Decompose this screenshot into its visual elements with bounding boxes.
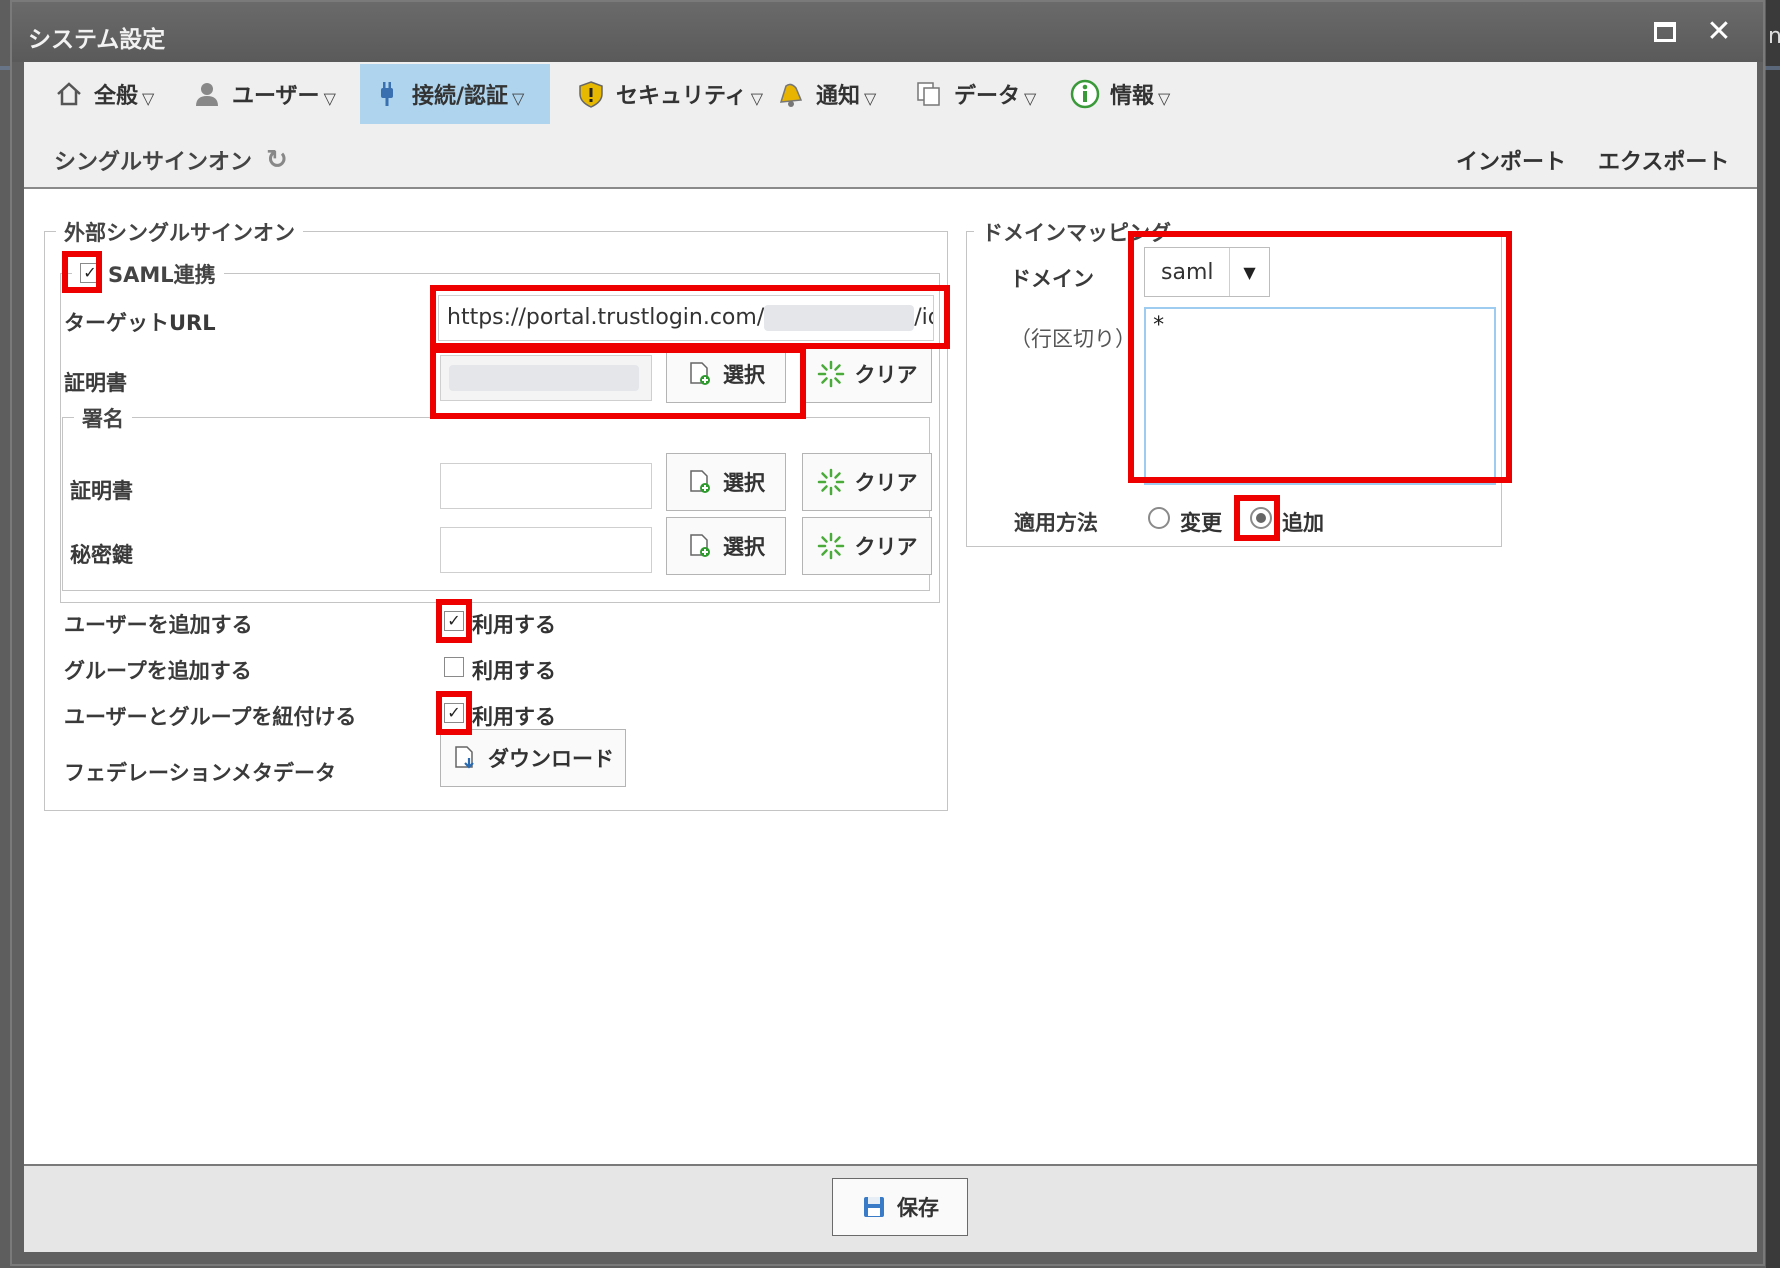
menu-bar: 全般 ▽ ユーザー ▽ 接続/認証 ▽ セキュリティ ▽ 通知 ▽ データ ▽ … — [24, 62, 1757, 124]
saml-legend: ✓ SAML連携 — [72, 259, 224, 289]
link-user-group-use-label: 利用する — [472, 705, 556, 729]
menu-data[interactable]: データ ▽ — [902, 64, 1048, 124]
signature-certificate-select-button[interactable]: 選択 — [666, 453, 786, 511]
domain-mapping-textarea[interactable]: * — [1144, 307, 1496, 485]
footer-bar: 保存 — [24, 1164, 1757, 1252]
file-add-icon — [687, 361, 713, 387]
background-window-edge: n — [1766, 0, 1780, 1268]
signature-certificate-clear-button[interactable]: クリア — [802, 453, 932, 511]
domain-select[interactable]: saml ▼ — [1144, 247, 1270, 297]
apply-add-label: 追加 — [1282, 511, 1324, 535]
domain-mapping-legend: ドメインマッピング — [974, 217, 1179, 247]
file-add-icon — [687, 469, 713, 495]
add-user-use-label: 利用する — [472, 613, 556, 637]
home-icon — [54, 79, 84, 109]
chevron-down-icon: ▼ — [1229, 248, 1269, 296]
spinner-icon — [817, 360, 845, 388]
menu-security[interactable]: セキュリティ ▽ — [564, 64, 775, 124]
menu-notification[interactable]: 通知 ▽ — [764, 64, 888, 124]
signature-certificate-input[interactable] — [440, 463, 652, 509]
floppy-disk-icon — [861, 1194, 887, 1220]
saml-checkbox[interactable]: ✓ — [80, 263, 100, 283]
copy-icon — [914, 79, 944, 109]
federation-metadata-label: フェデレーションメタデータ — [64, 761, 336, 785]
info-icon — [1070, 79, 1100, 109]
menu-users[interactable]: ユーザー ▽ — [180, 64, 348, 124]
add-user-label: ユーザーを追加する — [64, 613, 253, 637]
certificate-label: 証明書 — [64, 371, 127, 395]
file-add-icon — [687, 533, 713, 559]
domain-label: ドメイン — [1010, 267, 1094, 291]
settings-content: 外部シングルサインオン ✓ SAML連携 ターゲットURL https://po… — [24, 189, 1757, 1164]
toolbar: 全般 ▽ ユーザー ▽ 接続/認証 ▽ セキュリティ ▽ 通知 ▽ データ ▽ … — [24, 62, 1757, 189]
redacted-text — [449, 365, 639, 391]
private-key-label: 秘密鍵 — [70, 543, 133, 567]
private-key-clear-button[interactable]: クリア — [802, 517, 932, 575]
menu-info[interactable]: 情報 ▽ — [1058, 64, 1182, 124]
save-button[interactable]: 保存 — [832, 1178, 968, 1236]
add-group-label: グループを追加する — [64, 659, 252, 683]
menu-general[interactable]: 全般 ▽ — [42, 64, 166, 124]
certificate-clear-button[interactable]: クリア — [802, 345, 932, 403]
link-user-group-label: ユーザーとグループを紐付ける — [64, 705, 357, 729]
bell-icon — [776, 79, 806, 109]
redacted-text — [764, 305, 915, 331]
certificate-input[interactable] — [440, 355, 652, 401]
plug-icon — [372, 79, 402, 109]
line-separator-label: （行区切り） — [1010, 327, 1136, 351]
user-icon — [192, 79, 222, 109]
link-user-group-checkbox[interactable]: ✓ — [444, 703, 464, 723]
download-icon — [452, 745, 478, 771]
add-user-checkbox[interactable]: ✓ — [444, 611, 464, 631]
maximize-icon[interactable] — [1647, 14, 1683, 50]
apply-change-label: 変更 — [1180, 511, 1222, 535]
add-group-checkbox[interactable] — [444, 657, 464, 677]
download-button[interactable]: ダウンロード — [440, 729, 626, 787]
menu-connection-auth[interactable]: 接続/認証 ▽ — [360, 64, 550, 124]
export-button[interactable]: エクスポート — [1598, 144, 1729, 176]
apply-method-label: 適用方法 — [1014, 511, 1098, 535]
section-title: シングルサインオン ↻ — [54, 145, 288, 175]
spinner-icon — [817, 468, 845, 496]
target-url-label: ターゲットURL — [64, 311, 216, 335]
apply-change-radio[interactable] — [1148, 507, 1170, 529]
signature-legend: 署名 — [74, 403, 132, 433]
private-key-input[interactable] — [440, 527, 652, 573]
sub-toolbar: シングルサインオン ↻ インポート エクスポート — [24, 132, 1757, 182]
target-url-input[interactable]: https://portal.trustlogin.com//idp/ — [438, 295, 934, 341]
add-group-use-label: 利用する — [472, 659, 556, 683]
private-key-select-button[interactable]: 選択 — [666, 517, 786, 575]
window-title: システム設定 — [28, 27, 166, 53]
certificate-select-button[interactable]: 選択 — [666, 345, 786, 403]
close-icon[interactable]: ✕ — [1701, 14, 1737, 50]
system-settings-window: システム設定 ✕ 全般 ▽ ユーザー ▽ 接続/認証 ▽ セキュリティ ▽ 通知… — [10, 0, 1765, 1266]
titlebar: システム設定 ✕ — [12, 2, 1763, 62]
refresh-icon[interactable]: ↻ — [266, 145, 288, 175]
external-sso-legend: 外部シングルサインオン — [56, 217, 303, 247]
spinner-icon — [817, 532, 845, 560]
apply-add-radio[interactable] — [1250, 507, 1272, 529]
signature-certificate-label: 証明書 — [70, 479, 133, 503]
import-button[interactable]: インポート — [1456, 144, 1566, 176]
shield-icon — [576, 79, 606, 109]
